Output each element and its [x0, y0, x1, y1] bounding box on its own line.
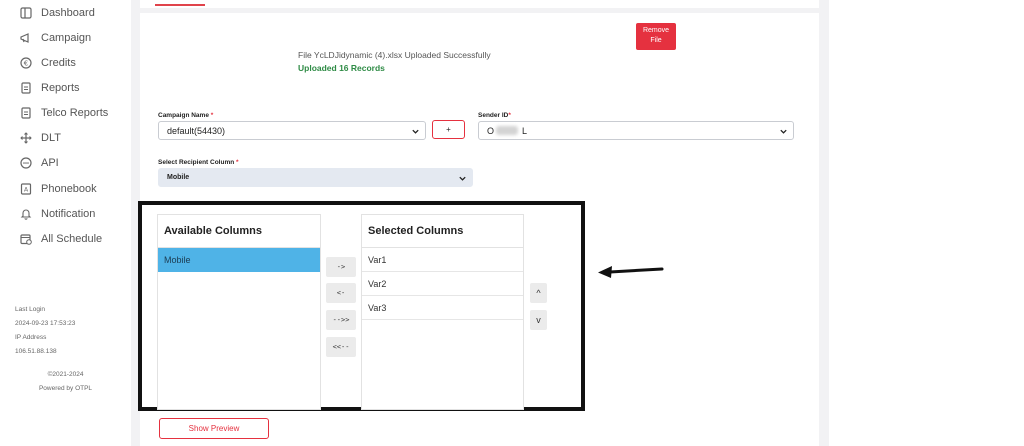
- remove-file-label: Remove: [642, 27, 670, 34]
- campaign-name-label: Campaign Name *: [158, 112, 214, 119]
- sidebar-item-label: Reports: [41, 82, 80, 94]
- sender-id-label: Sender ID*: [478, 112, 511, 119]
- move-right-button[interactable]: ->: [326, 257, 356, 277]
- sidebar-item-api[interactable]: API: [20, 153, 59, 173]
- sidebar-item-dashboard[interactable]: Dashboard: [20, 3, 95, 23]
- redacted-mask: [496, 126, 519, 135]
- copyright: ©2021-2024: [47, 371, 84, 378]
- selected-columns-title: Selected Columns: [368, 225, 464, 237]
- phonebook-icon: A: [20, 183, 32, 195]
- uploaded-records-count: Uploaded 16 Records: [298, 63, 385, 73]
- campaign-name-select[interactable]: default(54430): [158, 121, 426, 140]
- reports-icon: [20, 82, 32, 94]
- sidebar-item-label: All Schedule: [41, 233, 103, 245]
- sidebar: Dashboard Campaign € Credits Reports Tel…: [0, 0, 131, 446]
- sidebar-item-reports[interactable]: Reports: [20, 78, 80, 98]
- sidebar-item-telco-reports[interactable]: Telco Reports: [20, 103, 108, 123]
- move-left-button[interactable]: <-: [326, 283, 356, 303]
- calendar-icon: [20, 233, 32, 245]
- svg-text:A: A: [24, 187, 29, 194]
- last-login-label: Last Login: [15, 306, 45, 313]
- api-icon: [20, 157, 32, 169]
- remove-file-button[interactable]: Remove File: [636, 23, 676, 50]
- sidebar-item-all-schedule[interactable]: All Schedule: [20, 229, 102, 249]
- sidebar-item-label: Campaign: [41, 32, 92, 44]
- ip-address-value: 106.51.88.138: [15, 348, 57, 355]
- move-all-right-button[interactable]: -->>: [326, 310, 356, 330]
- ip-address-label: IP Address: [15, 334, 47, 341]
- sidebar-item-label: DLT: [41, 132, 61, 144]
- recipient-column-label: Select Recipient Column *: [158, 159, 239, 166]
- move-down-button[interactable]: v: [530, 310, 547, 330]
- move-up-button[interactable]: ^: [530, 283, 547, 303]
- chevron-down-icon: [780, 129, 787, 134]
- active-tab-indicator: [155, 4, 205, 6]
- recipient-column-value: Mobile: [167, 174, 190, 181]
- sidebar-item-notification[interactable]: Notification: [20, 204, 95, 224]
- recipient-column-select[interactable]: Mobile: [158, 168, 473, 187]
- tab-bar: [140, 0, 819, 8]
- powered-by: Powered by OTPL: [38, 385, 93, 392]
- telco-reports-icon: [20, 107, 32, 119]
- last-login-value: 2024-09-23 17:53:23: [15, 320, 76, 327]
- move-all-left-button[interactable]: <<--: [326, 337, 356, 357]
- bell-icon: [20, 208, 32, 220]
- chevron-down-icon: [412, 129, 419, 134]
- available-column-item[interactable]: Mobile: [158, 248, 320, 272]
- available-columns-title: Available Columns: [164, 225, 263, 237]
- sidebar-item-label: API: [41, 157, 59, 169]
- sidebar-item-label: Notification: [41, 208, 96, 220]
- sender-id-select[interactable]: O L: [478, 121, 794, 140]
- selected-columns-panel: Selected Columns Var1 Var2 Var3: [361, 214, 524, 410]
- sidebar-item-label: Telco Reports: [41, 107, 109, 119]
- dashboard-icon: [20, 7, 32, 19]
- chevron-down-icon: [459, 176, 466, 181]
- svg-text:€: €: [24, 60, 28, 68]
- sidebar-item-phonebook[interactable]: A Phonebook: [20, 179, 97, 199]
- sidebar-item-label: Phonebook: [41, 183, 97, 195]
- pointer-arrow-icon: [598, 266, 664, 278]
- megaphone-icon: [20, 32, 32, 44]
- right-pane: [829, 0, 1024, 446]
- campaign-name-value: default(54430): [167, 125, 226, 136]
- selected-column-item[interactable]: Var1: [362, 248, 523, 272]
- sidebar-item-label: Dashboard: [41, 7, 95, 19]
- sidebar-item-credits[interactable]: € Credits: [20, 53, 76, 73]
- sender-id-value-prefix: O: [487, 125, 495, 136]
- selected-column-item[interactable]: Var3: [362, 296, 523, 320]
- sender-id-value-suffix: L: [522, 125, 528, 136]
- sidebar-item-campaign[interactable]: Campaign: [20, 28, 91, 48]
- available-columns-panel: Available Columns Mobile: [157, 214, 321, 410]
- credits-icon: €: [20, 57, 32, 69]
- move-icon: [20, 132, 32, 144]
- add-campaign-button[interactable]: +: [432, 120, 465, 139]
- show-preview-button[interactable]: Show Preview: [159, 418, 269, 439]
- sidebar-item-label: Credits: [41, 57, 76, 69]
- sidebar-item-dlt[interactable]: DLT: [20, 128, 61, 148]
- selected-column-item[interactable]: Var2: [362, 272, 523, 296]
- remove-file-label-2: File: [650, 37, 662, 44]
- upload-success-message: File YcLDJidynamic (4).xlsx Uploaded Suc…: [298, 50, 491, 60]
